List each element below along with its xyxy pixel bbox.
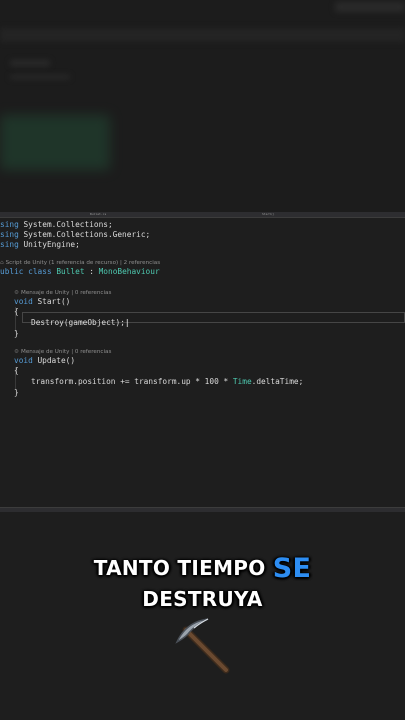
editor-tab-bar: Bullet.cs Start()	[0, 212, 405, 218]
editor-status-strip	[0, 507, 405, 512]
code-line: sing System.Collections.Generic;	[0, 230, 151, 239]
code-line: sing System.Collections;	[0, 220, 113, 229]
code-line: void Update()	[14, 356, 76, 365]
code-line: }	[14, 388, 19, 397]
caption-highlight: SE	[272, 553, 312, 584]
caption-line-1: TANTO TIEMPO SE	[93, 553, 312, 584]
editor-tab-file[interactable]: Bullet.cs	[90, 212, 106, 217]
code-line: {	[14, 307, 19, 316]
code-line: void Start()	[14, 297, 71, 306]
editor-tab-member[interactable]: Start()	[262, 212, 275, 217]
code-line-destroy[interactable]: Destroy(gameObject);|	[31, 318, 130, 328]
caption-line-2: DESTRUYA	[142, 587, 263, 611]
code-line: }	[14, 329, 19, 338]
code-editor[interactable]: Bullet.cs Start() sing System.Collection…	[0, 212, 405, 512]
code-line: {	[14, 366, 19, 375]
code-line-update-body[interactable]: transform.position += transform.up * 100…	[31, 377, 303, 387]
pickaxe-icon	[175, 618, 230, 674]
code-line: ublic class Bullet : MonoBehaviour	[0, 267, 160, 276]
code-line: sing UnityEngine;	[0, 240, 80, 249]
blurred-background	[0, 0, 405, 212]
